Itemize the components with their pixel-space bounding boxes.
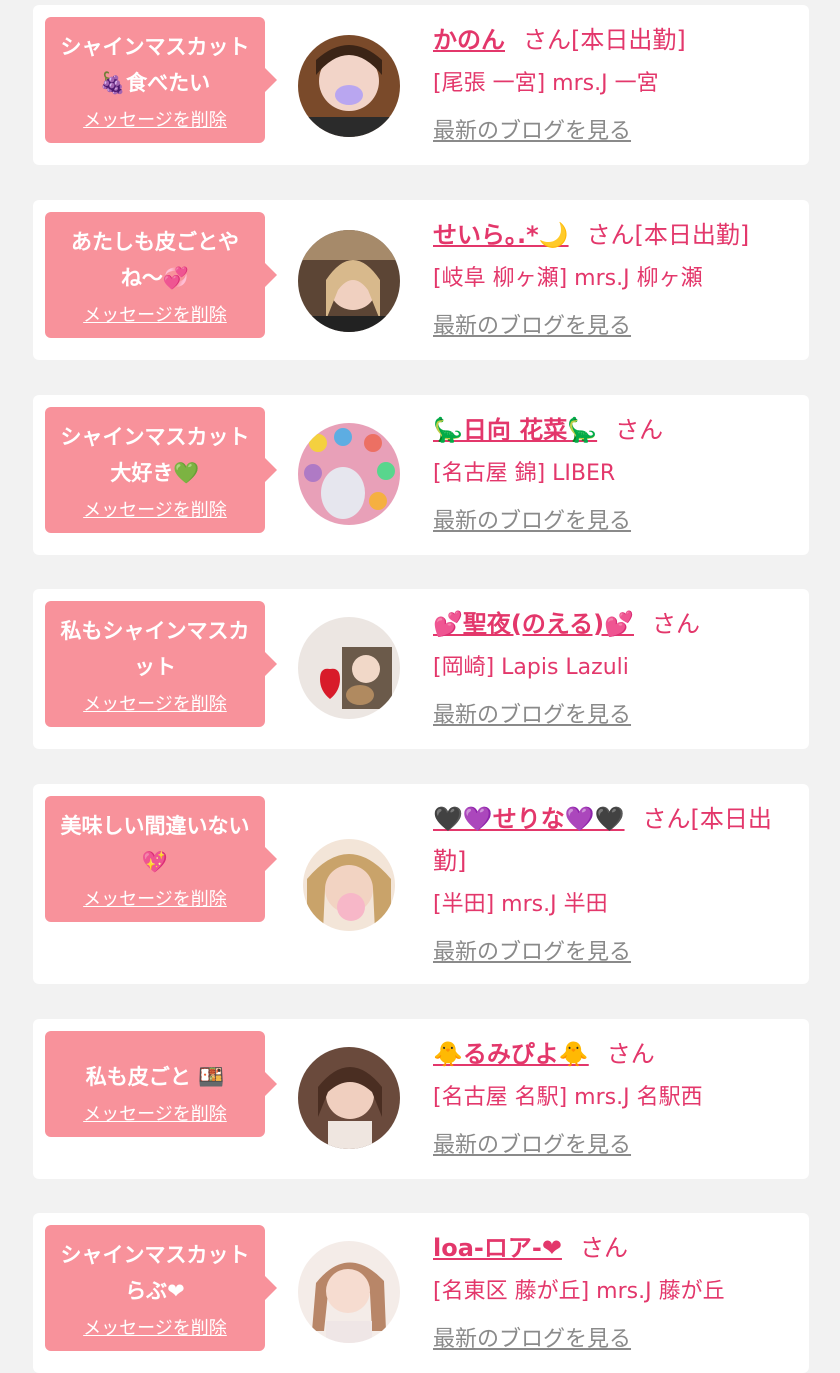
avatar[interactable] [298,1241,400,1343]
cast-name-suffix: さん [606,1040,655,1068]
delete-message-link[interactable]: メッセージを削除 [83,109,227,133]
delete-message-link[interactable]: メッセージを削除 [83,693,227,717]
cast-info: 🐥るみぴよ🐥 さん [名古屋 名駅] mrs.J 名駅西 最新のブログを見る [433,1033,797,1161]
shop-info: [名古屋 錦] LIBER [433,461,616,486]
cast-name-suffix: さん [579,1234,628,1262]
shop-info: [尾張 一宮] mrs.J 一宮 [433,71,659,96]
cast-info: loa-ロア-❤ さん [名東区 藤が丘] mrs.J 藤が丘 最新のブログを見る [433,1227,797,1355]
avatar[interactable] [298,35,400,137]
avatar[interactable] [298,230,400,332]
shop-info: [半田] mrs.J 半田 [433,892,608,917]
latest-blog-link[interactable]: 最新のブログを見る [433,701,631,731]
cast-name-suffix: さん [651,610,700,638]
shop-info: [名古屋 名駅] mrs.J 名駅西 [433,1085,703,1110]
cast-name-link[interactable]: せいら｡.*🌙 [433,221,569,249]
avatar[interactable] [298,617,400,719]
message-text: シャインマスカットらぶ❤ [60,1243,250,1303]
message-bubble: シャインマスカット大好き💚 メッセージを削除 [45,407,277,533]
cast-name-link[interactable]: 🖤💜せりな💜🖤 [433,805,625,833]
message-bubble: 私もシャインマスカット メッセージを削除 [45,601,277,727]
message-bubble: あたしも皮ごとやね〜💞 メッセージを削除 [45,212,277,338]
cast-info: せいら｡.*🌙 さん[本日出勤] [岐阜 柳ヶ瀬] mrs.J 柳ヶ瀬 最新のブロ… [433,214,797,342]
avatar[interactable] [298,423,400,525]
message-text: シャインマスカット大好き💚 [60,425,250,485]
message-text: シャインマスカット🍇食べたい [60,35,250,95]
avatar[interactable] [298,1047,400,1149]
message-bubble: 私も皮ごと 🍱 メッセージを削除 [45,1031,277,1137]
message-bubble: 美味しい間違いない💖 メッセージを削除 [45,796,277,922]
cast-info: 💕聖夜(のえる)💕 さん [岡崎] Lapis Lazuli 最新のブログを見る [433,603,797,731]
shop-info: [岡崎] Lapis Lazuli [433,655,629,680]
message-bubble: シャインマスカット🍇食べたい メッセージを削除 [45,17,277,143]
message-bubble: シャインマスカットらぶ❤ メッセージを削除 [45,1225,277,1351]
shop-info: [名東区 藤が丘] mrs.J 藤が丘 [433,1279,725,1304]
message-card: シャインマスカット🍇食べたい メッセージを削除 かのん さん[本日出勤] [尾張 … [33,5,809,165]
cast-name-suffix: さん[本日出勤] [523,26,686,54]
delete-message-link[interactable]: メッセージを削除 [83,1317,227,1341]
message-text: あたしも皮ごとやね〜💞 [71,230,239,290]
message-text: 美味しい間違いない💖 [60,814,250,874]
latest-blog-link[interactable]: 最新のブログを見る [433,117,631,147]
message-card: あたしも皮ごとやね〜💞 メッセージを削除 せいら｡.*🌙 さん[本日出勤] [岐阜… [33,200,809,360]
cast-name-link[interactable]: loa-ロア-❤ [433,1234,562,1262]
cast-info: かのん さん[本日出勤] [尾張 一宮] mrs.J 一宮 最新のブログを見る [433,19,797,147]
latest-blog-link[interactable]: 最新のブログを見る [433,1325,631,1355]
latest-blog-link[interactable]: 最新のブログを見る [433,507,631,537]
cast-name-suffix: さん[本日出勤] [586,221,750,249]
cast-name-suffix: さん [615,416,664,444]
message-text: 私もシャインマスカット [60,619,250,679]
cast-name-link[interactable]: 🦕日向 花菜🦕 [433,416,597,444]
cast-info: 🖤💜せりな💜🖤 さん[本日出勤] [半田] mrs.J 半田 最新のブログを見る [433,798,797,968]
latest-blog-link[interactable]: 最新のブログを見る [433,312,631,342]
message-card: シャインマスカット大好き💚 メッセージを削除 🦕日向 花菜🦕 さん [名古屋 錦]… [33,395,809,555]
shop-info: [岐阜 柳ヶ瀬] mrs.J 柳ヶ瀬 [433,266,703,291]
delete-message-link[interactable]: メッセージを削除 [83,1103,227,1127]
latest-blog-link[interactable]: 最新のブログを見る [433,1131,631,1161]
message-text: 私も皮ごと 🍱 [85,1065,225,1089]
message-card: 美味しい間違いない💖 メッセージを削除 🖤💜せりな💜🖤 さん[本日出勤] [半田]… [33,784,809,984]
delete-message-link[interactable]: メッセージを削除 [83,888,227,912]
message-card: 私もシャインマスカット メッセージを削除 💕聖夜(のえる)💕 さん [岡崎] La… [33,589,809,749]
favorites-message-list: シャインマスカット🍇食べたい メッセージを削除 かのん さん[本日出勤] [尾張 … [0,0,840,1373]
cast-name-link[interactable]: 💕聖夜(のえる)💕 [433,610,634,638]
delete-message-link[interactable]: メッセージを削除 [83,304,227,328]
cast-info: 🦕日向 花菜🦕 さん [名古屋 錦] LIBER 最新のブログを見る [433,409,797,537]
avatar[interactable] [303,839,395,931]
latest-blog-link[interactable]: 最新のブログを見る [433,938,631,968]
cast-name-link[interactable]: かのん [433,26,505,54]
message-card: 私も皮ごと 🍱 メッセージを削除 🐥るみぴよ🐥 さん [名古屋 名駅] mrs.J… [33,1019,809,1179]
message-card: シャインマスカットらぶ❤ メッセージを削除 loa-ロア-❤ さん [名東区 藤が… [33,1213,809,1373]
cast-name-link[interactable]: 🐥るみぴよ🐥 [433,1040,589,1068]
delete-message-link[interactable]: メッセージを削除 [83,499,227,523]
